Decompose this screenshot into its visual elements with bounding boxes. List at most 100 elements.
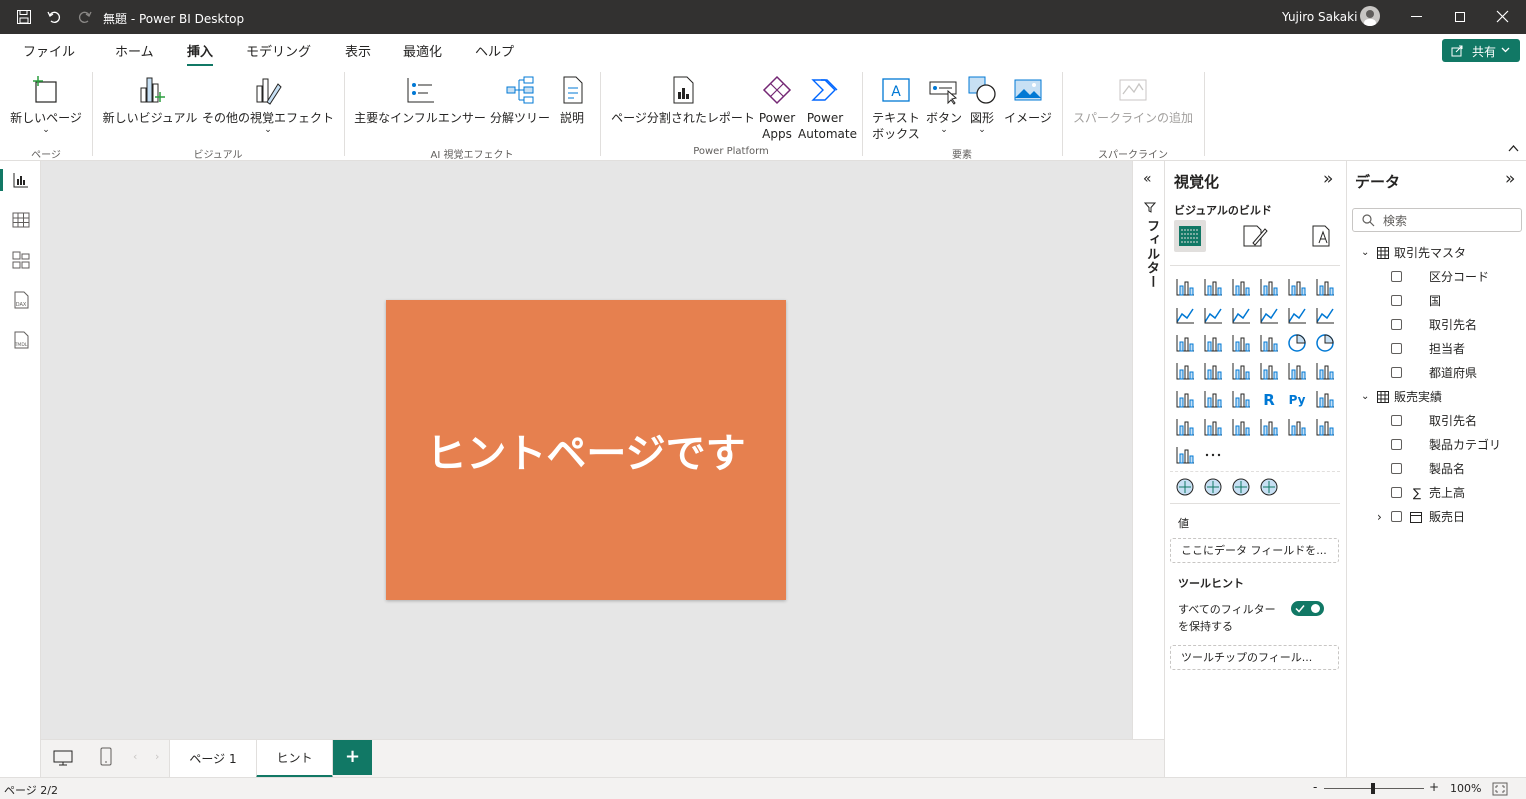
data-search-input[interactable]: 検索 [1352, 208, 1522, 232]
kpi-icon[interactable] [1314, 360, 1336, 382]
field-checkbox[interactable] [1391, 295, 1402, 306]
tab-optimize[interactable]: 最適化 [403, 41, 442, 60]
field-checkbox[interactable] [1391, 319, 1402, 330]
maximize-icon[interactable] [1455, 12, 1465, 22]
keep-filters-toggle[interactable] [1291, 601, 1324, 616]
values-well[interactable]: ここにデータ フィールドを... [1170, 538, 1339, 563]
expand-filters-icon[interactable]: « [1143, 171, 1152, 187]
power-apps-button[interactable]: Power Apps [756, 74, 798, 142]
narrative-icon[interactable] [1230, 416, 1252, 438]
tab-home[interactable]: ホーム [115, 41, 154, 60]
zoom-out-icon[interactable]: - [1313, 780, 1317, 794]
desktop-layout-icon[interactable] [53, 748, 73, 768]
card-icon[interactable] [1286, 360, 1308, 382]
close-icon[interactable] [1496, 10, 1509, 23]
line-icon[interactable] [1174, 304, 1196, 326]
collapse-viz-icon[interactable]: » [1323, 169, 1333, 189]
more-visuals-icon[interactable] [1202, 444, 1224, 466]
key-influencers-button[interactable]: 主要なインフルエンサー [352, 74, 488, 126]
fit-to-page-icon[interactable] [1492, 782, 1508, 796]
mobile-layout-icon[interactable] [99, 747, 113, 767]
clustered-column-icon[interactable] [1258, 276, 1280, 298]
funnel-icon[interactable] [1230, 332, 1252, 354]
add-page-button[interactable]: + [333, 740, 372, 775]
model-view-icon[interactable] [10, 249, 32, 271]
filled-map-icon[interactable] [1202, 476, 1224, 498]
image-button[interactable]: イメージ [1002, 74, 1054, 126]
metrics-icon[interactable] [1286, 416, 1308, 438]
python-visual-icon[interactable]: Py [1286, 388, 1308, 410]
stacked-column-icon[interactable] [1202, 276, 1224, 298]
field-checkbox[interactable] [1391, 463, 1402, 474]
field-checkbox[interactable] [1391, 271, 1402, 282]
build-visual-tab[interactable] [1174, 220, 1206, 252]
chevron-down-icon[interactable]: ⌄ [1361, 243, 1369, 263]
zoom-level[interactable]: 100% [1450, 782, 1481, 795]
r-visual-icon[interactable]: R [1258, 388, 1280, 410]
azure-map-icon[interactable] [1230, 360, 1252, 382]
hint-text-card[interactable]: ヒントページです [386, 300, 786, 600]
tab-modeling[interactable]: モデリング [246, 41, 311, 60]
dax-query-view-icon[interactable]: DAX [10, 289, 32, 311]
save-icon[interactable] [16, 9, 32, 25]
filters-pane-collapsed[interactable]: « フィルター [1132, 161, 1164, 739]
format-visual-icon[interactable] [1241, 223, 1269, 249]
shapes-button[interactable]: 図形 ⌄ [964, 74, 1000, 135]
page-tab-1[interactable]: ページ 1 [169, 740, 257, 778]
donut-icon[interactable] [1314, 332, 1336, 354]
globe-icon[interactable] [1174, 476, 1196, 498]
tab-insert[interactable]: 挿入 [187, 41, 214, 67]
scatter-icon[interactable] [1258, 332, 1280, 354]
add-sparkline-button[interactable]: スパークラインの追加 [1070, 74, 1196, 126]
paginated-icon[interactable] [1258, 416, 1280, 438]
power-automate-visual-icon[interactable] [1174, 444, 1196, 466]
field-checkbox[interactable] [1391, 343, 1402, 354]
area-icon[interactable] [1202, 304, 1224, 326]
custom-visual-icon[interactable] [1258, 476, 1280, 498]
analytics-icon[interactable] [1309, 223, 1335, 249]
field-checkbox[interactable] [1391, 439, 1402, 450]
qa-icon[interactable] [1202, 416, 1224, 438]
matrix-icon[interactable] [1230, 388, 1252, 410]
buttons-button[interactable]: ボタン ⌄ [924, 74, 964, 135]
ribbon-icon[interactable] [1174, 332, 1196, 354]
zoom-in-icon[interactable]: + [1429, 780, 1439, 794]
page-tab-hint[interactable]: ヒント [256, 740, 333, 778]
narrative-button[interactable]: 説明 [552, 74, 592, 126]
stacked-bar-icon[interactable] [1174, 276, 1196, 298]
treemap-icon[interactable] [1174, 360, 1196, 382]
pie-icon[interactable] [1286, 332, 1308, 354]
100-column-icon[interactable] [1314, 276, 1336, 298]
field-checkbox[interactable] [1391, 487, 1402, 498]
user-name[interactable]: Yujiro Sakaki [1282, 0, 1357, 34]
paginated-report-button[interactable]: ページ分割されたレポート [608, 74, 758, 126]
avatar[interactable] [1360, 6, 1380, 26]
prev-page-icon[interactable]: ‹ [133, 750, 137, 763]
waterfall-icon[interactable] [1202, 332, 1224, 354]
field-checkbox[interactable] [1391, 511, 1402, 522]
zoom-slider-thumb[interactable] [1371, 783, 1375, 794]
stacked-area-icon[interactable] [1230, 304, 1252, 326]
share-button[interactable]: 共有 [1442, 39, 1520, 62]
gauge-icon[interactable] [1258, 360, 1280, 382]
power-automate-button[interactable]: Power Automate [798, 74, 857, 142]
line-clustered-column-icon[interactable] [1314, 304, 1336, 326]
new-visual-button[interactable]: 新しいビジュアル [100, 74, 200, 126]
line-stacked-column-icon[interactable] [1286, 304, 1308, 326]
tooltip-well[interactable]: ツールチップのフィール... [1170, 645, 1339, 670]
slicer-icon[interactable] [1174, 388, 1196, 410]
decomposition-tree-icon[interactable] [1174, 416, 1196, 438]
minimize-icon[interactable] [1411, 16, 1422, 17]
trophy-icon[interactable] [1230, 476, 1252, 498]
new-page-button[interactable]: 新しいページ ⌄ [8, 74, 84, 135]
tab-file[interactable]: ファイル [23, 41, 75, 60]
field-checkbox[interactable] [1391, 367, 1402, 378]
100-bar-icon[interactable] [1286, 276, 1308, 298]
decomposition-tree-button[interactable]: 分解ツリー [488, 74, 552, 126]
table-view-icon[interactable] [10, 209, 32, 231]
tab-help[interactable]: ヘルプ [475, 41, 514, 60]
more-visuals-button[interactable]: その他の視覚エフェクト ⌄ [200, 74, 336, 135]
100-area-icon[interactable] [1258, 304, 1280, 326]
tab-view[interactable]: 表示 [345, 41, 371, 60]
key-influencers-icon[interactable] [1314, 388, 1336, 410]
